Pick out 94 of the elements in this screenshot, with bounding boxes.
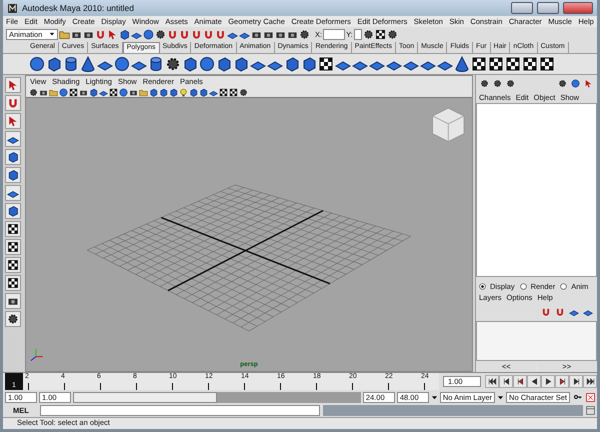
sphere-icon[interactable] (571, 79, 580, 88)
sphere-icon[interactable] (29, 56, 45, 72)
skip-to-end-button[interactable] (583, 375, 597, 388)
magnet-icon[interactable] (203, 28, 214, 40)
magnet-icon[interactable] (215, 28, 226, 40)
gear-icon[interactable] (155, 28, 166, 40)
checker-icon[interactable] (505, 56, 521, 72)
sphere-icon[interactable] (143, 28, 154, 40)
skip-to-start-icon (488, 377, 496, 386)
cube-icon[interactable] (216, 56, 232, 72)
window-title: Autodesk Maya 2010: untitled (22, 2, 135, 14)
cube-icon[interactable] (7, 169, 19, 182)
skip-to-start-button[interactable] (485, 375, 499, 388)
checker-icon[interactable] (7, 241, 19, 254)
gear-icon[interactable] (386, 28, 398, 40)
step-back-key-icon (516, 377, 524, 386)
checker-icon[interactable] (7, 259, 19, 272)
step-forward-frame-button[interactable] (569, 375, 583, 388)
cone-icon[interactable] (454, 56, 470, 72)
cube-icon[interactable] (7, 205, 19, 218)
sphere-icon[interactable] (119, 88, 128, 97)
script-editor-icon[interactable] (586, 406, 595, 415)
cube-icon[interactable] (284, 56, 300, 72)
arrow-icon[interactable] (7, 115, 19, 128)
checker-icon[interactable] (488, 56, 504, 72)
gear-icon[interactable] (165, 56, 181, 72)
step-back-frame-button[interactable] (499, 375, 513, 388)
caret-icon[interactable] (497, 394, 504, 400)
light-bulb-icon[interactable] (179, 88, 188, 97)
play-backward-button[interactable] (527, 375, 541, 388)
range-slider-handle[interactable] (73, 392, 217, 402)
app-logo-icon (7, 2, 18, 14)
magnet-icon[interactable] (191, 28, 202, 40)
gear-icon[interactable] (558, 79, 567, 88)
skip-to-end-icon (586, 377, 594, 386)
checker-icon[interactable] (539, 56, 555, 72)
cube-icon[interactable] (301, 56, 317, 72)
cube-icon[interactable] (46, 56, 62, 72)
play-forward-button[interactable] (541, 375, 555, 388)
sphere-icon[interactable] (114, 56, 130, 72)
folder-icon[interactable] (49, 88, 58, 97)
radio-icon[interactable] (520, 283, 527, 290)
checker-icon[interactable] (229, 88, 238, 97)
cube-icon[interactable] (182, 56, 198, 72)
cylinder-icon[interactable] (148, 56, 164, 72)
play-backward-icon (530, 377, 538, 386)
cube-icon[interactable] (7, 151, 19, 164)
checker-icon[interactable] (522, 56, 538, 72)
checker-icon[interactable] (471, 56, 487, 72)
radio-icon[interactable] (479, 283, 486, 290)
preferences-icon[interactable] (586, 392, 595, 402)
gear-icon[interactable] (7, 313, 19, 326)
checker-icon[interactable] (374, 28, 386, 40)
caret-icon (49, 31, 55, 37)
radio-icon[interactable] (560, 283, 568, 290)
minimize-button[interactable] (511, 2, 533, 14)
checker-icon[interactable] (109, 88, 118, 97)
sphere-icon[interactable] (59, 88, 68, 97)
key-icon[interactable] (572, 393, 584, 401)
step-forward-key-button[interactable] (555, 375, 569, 388)
arrow-icon[interactable] (7, 79, 19, 92)
axis-icon (30, 348, 44, 362)
step-forward-key-icon (558, 377, 566, 386)
step-forward-frame-icon (572, 377, 580, 386)
checker-icon[interactable] (318, 56, 334, 72)
folder-icon[interactable] (139, 88, 148, 97)
checker-icon[interactable] (7, 223, 19, 236)
checker-icon[interactable] (69, 88, 78, 97)
caret-icon[interactable] (430, 394, 438, 400)
close-button[interactable] (563, 2, 593, 14)
y-input-field[interactable] (354, 28, 362, 40)
magnet-icon[interactable] (167, 28, 178, 40)
gear-icon[interactable] (239, 88, 248, 97)
gear-icon[interactable] (362, 28, 374, 40)
arrow-icon[interactable] (107, 28, 118, 40)
cube-icon[interactable] (89, 88, 98, 97)
arrow-icon[interactable] (584, 79, 593, 88)
cone-icon[interactable] (80, 56, 96, 72)
x-input-field[interactable] (323, 28, 346, 40)
cylinder-icon[interactable] (63, 56, 79, 72)
command-input-field[interactable] (40, 405, 320, 416)
magnet-icon[interactable] (95, 28, 106, 40)
checker-icon[interactable] (7, 277, 19, 290)
magnet-icon[interactable] (7, 97, 19, 110)
step-back-key-button[interactable] (513, 375, 527, 388)
step-back-frame-icon (502, 377, 510, 386)
gear-icon[interactable] (299, 28, 310, 40)
checker-icon[interactable] (219, 88, 228, 97)
play-forward-icon (544, 377, 552, 386)
maximize-button[interactable] (537, 2, 559, 14)
magnet-icon[interactable] (179, 28, 190, 40)
cube-icon[interactable] (233, 56, 249, 72)
gear-icon[interactable] (29, 88, 38, 97)
sphere-icon[interactable] (199, 56, 215, 72)
